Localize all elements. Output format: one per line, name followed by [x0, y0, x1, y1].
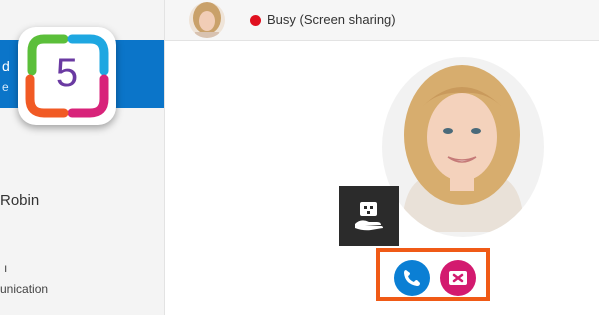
sidebar-item-contact[interactable]: Robin [0, 188, 164, 218]
decline-call-button[interactable] [440, 260, 476, 296]
sidebar-item-title: d [2, 58, 10, 74]
screen-share-popup[interactable] [339, 186, 399, 246]
decline-icon [449, 271, 467, 285]
contact-name: Robin [0, 192, 40, 209]
caller-avatar [382, 57, 544, 237]
sidebar-item-subtitle: e [2, 80, 9, 94]
status-dot [250, 15, 261, 26]
note-line-1: ı [4, 261, 8, 275]
sidebar-item-note[interactable]: ı unication [0, 255, 164, 305]
screen-share-icon [355, 202, 383, 231]
step-number: 5 [55, 51, 79, 95]
status-bar: Busy (Screen sharing) [165, 0, 599, 41]
phone-icon [404, 270, 420, 286]
avatar[interactable] [189, 2, 225, 38]
accept-call-button[interactable] [394, 260, 430, 296]
note-line-2: unication [0, 282, 49, 296]
call-controls [376, 248, 490, 301]
status-text[interactable]: Busy (Screen sharing) [267, 12, 396, 27]
step-badge: 5 [18, 27, 116, 125]
